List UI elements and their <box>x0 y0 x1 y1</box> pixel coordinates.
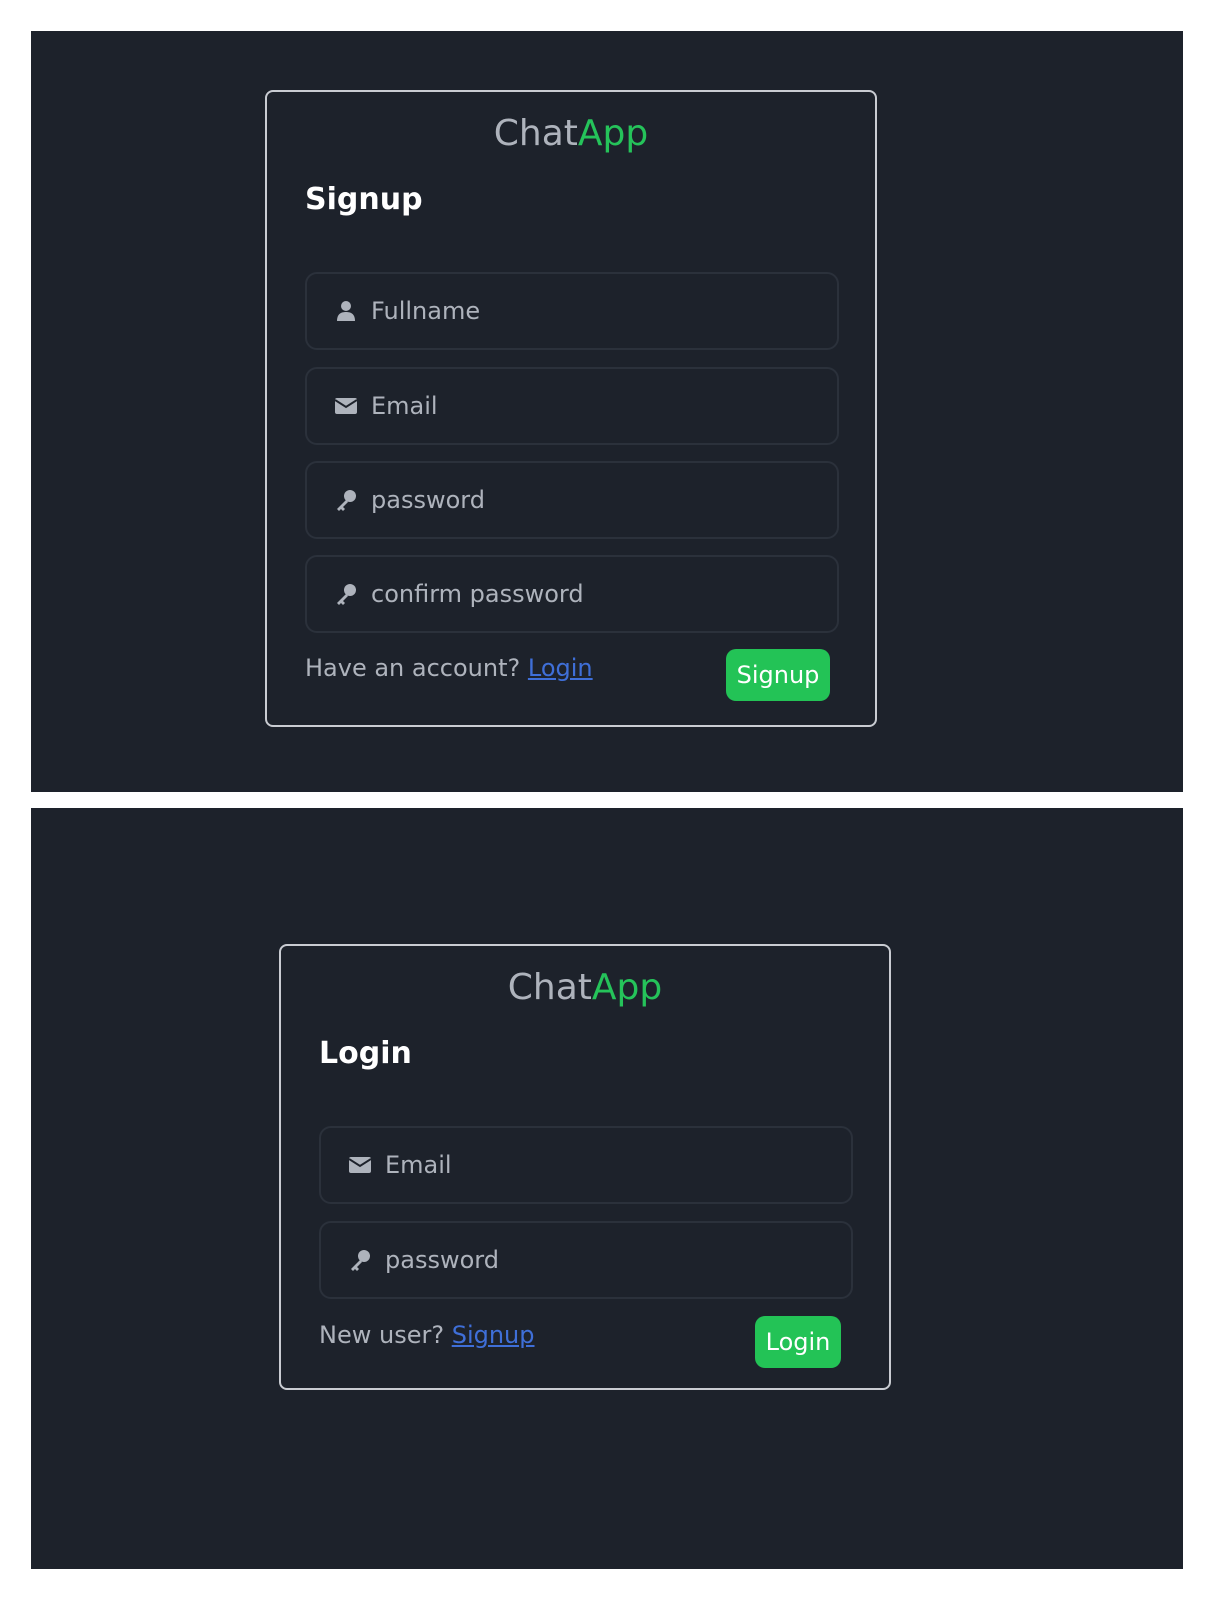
password-input[interactable] <box>385 1223 851 1297</box>
password-field[interactable] <box>319 1221 853 1299</box>
logo-text-chat: Chat <box>493 113 578 154</box>
fullname-input[interactable] <box>371 274 837 348</box>
login-card: ChatApp Login New user? Signup Login <box>279 944 891 1390</box>
logo-text-app: App <box>577 113 649 154</box>
have-account-text: Have an account? <box>305 654 528 682</box>
login-link[interactable]: Login <box>528 654 593 682</box>
email-input[interactable] <box>385 1128 851 1202</box>
app-logo: ChatApp <box>267 112 875 156</box>
login-title: Login <box>319 1036 412 1071</box>
fullname-field[interactable] <box>305 272 839 350</box>
logo-text-chat: Chat <box>507 967 592 1008</box>
email-field[interactable] <box>305 367 839 445</box>
email-input[interactable] <box>371 369 837 443</box>
signup-footer: Have an account? Login <box>305 652 593 684</box>
password-field[interactable] <box>305 461 839 539</box>
app-logo: ChatApp <box>281 966 889 1010</box>
login-screen: ChatApp Login New user? Signup Login <box>31 808 1183 1569</box>
signup-button[interactable]: Signup <box>726 649 830 701</box>
confirm-password-field[interactable] <box>305 555 839 633</box>
password-input[interactable] <box>371 463 837 537</box>
signup-card: ChatApp Signup Fullname Email Have an ac… <box>265 90 877 727</box>
key-icon <box>349 1249 371 1271</box>
signup-title: Signup <box>305 182 423 217</box>
login-footer: New user? Signup <box>319 1319 535 1351</box>
envelope-icon <box>335 395 357 417</box>
logo-text-app: App <box>591 967 663 1008</box>
new-user-text: New user? <box>319 1321 452 1349</box>
user-icon <box>335 300 357 322</box>
confirm-password-input[interactable] <box>371 557 837 631</box>
key-icon <box>335 583 357 605</box>
signup-screen: ChatApp Signup Fullname Email Have an ac… <box>31 31 1183 792</box>
signup-link[interactable]: Signup <box>452 1321 535 1349</box>
login-button[interactable]: Login <box>755 1316 841 1368</box>
envelope-icon <box>349 1154 371 1176</box>
key-icon <box>335 489 357 511</box>
email-field[interactable] <box>319 1126 853 1204</box>
